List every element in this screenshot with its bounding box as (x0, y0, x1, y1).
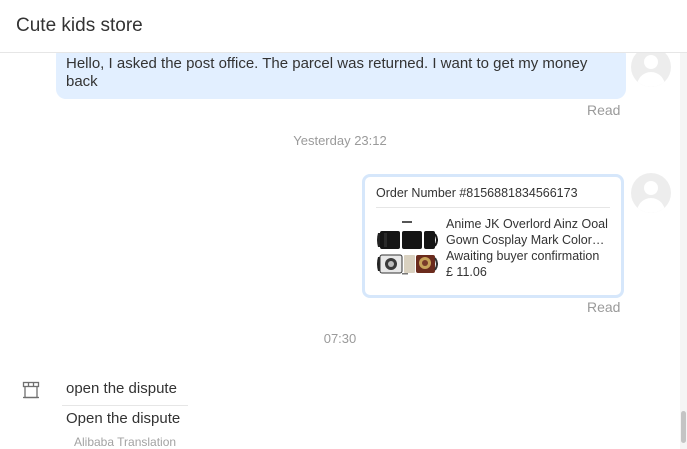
order-price: £ 11.06 (446, 265, 487, 279)
timestamp: 07:30 (323, 331, 357, 346)
translation-divider (62, 405, 188, 406)
timestamp: Yesterday 23:12 (293, 133, 387, 148)
user-avatar-icon[interactable] (631, 173, 671, 213)
card-divider (376, 207, 610, 208)
outgoing-message-text: Hello, I asked the post office. The parc… (66, 55, 588, 90)
chat-messages[interactable]: Hello, I asked the post office. The parc… (0, 53, 680, 449)
store-title: Cute kids store (16, 15, 143, 36)
incoming-message-text: open the dispute (66, 380, 177, 397)
chat-header: Cute kids store (0, 0, 687, 53)
read-receipt: Read (587, 102, 621, 118)
scrollbar-thumb[interactable] (681, 411, 686, 443)
chat-scrollbar[interactable] (680, 53, 687, 449)
user-avatar-icon[interactable] (631, 53, 671, 87)
product-thumbnail[interactable] (376, 218, 438, 276)
order-card[interactable]: Order Number #8156881834566173 Anime JK … (362, 174, 624, 298)
translated-message-text: Open the dispute (66, 410, 181, 427)
translation-source-label: Alibaba Translation (74, 435, 177, 449)
order-status: Awaiting buyer confirmation (446, 249, 600, 263)
product-name[interactable]: Anime JK Overlord Ainz Ooal Gown Cosplay… (446, 216, 616, 248)
outgoing-message-bubble: Hello, I asked the post office. The parc… (56, 53, 626, 99)
store-icon[interactable] (22, 381, 40, 399)
order-number: Order Number #8156881834566173 (376, 186, 578, 200)
read-receipt: Read (587, 299, 621, 315)
